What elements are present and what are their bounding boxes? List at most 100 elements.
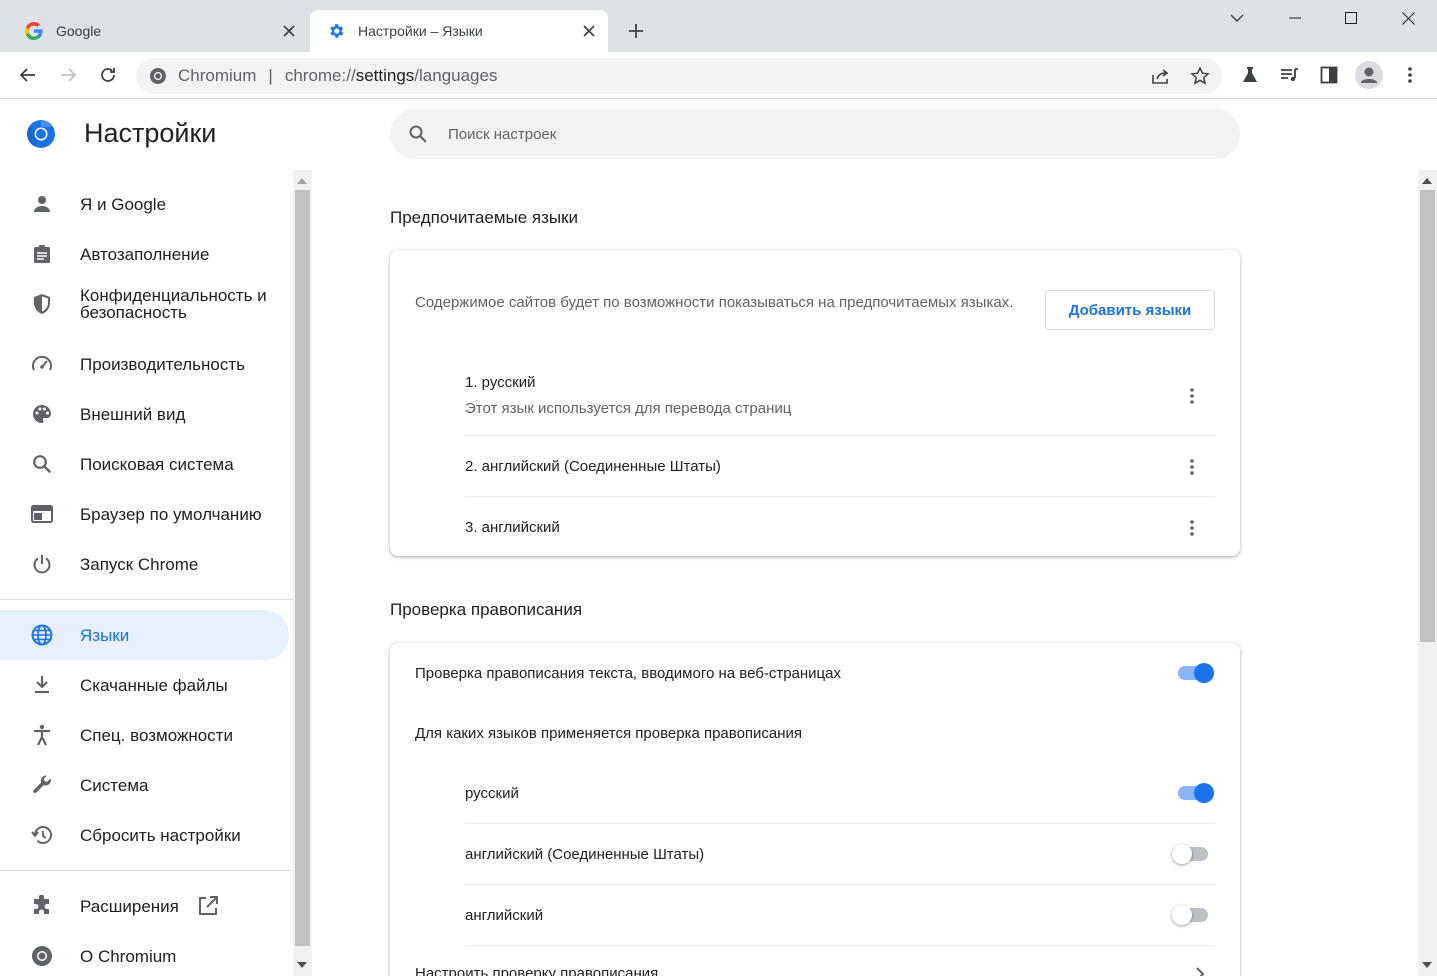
profile-avatar[interactable]: [1353, 59, 1385, 91]
scroll-up-arrow[interactable]: [297, 178, 307, 184]
sidebar-item-appearance[interactable]: Внешний вид: [0, 389, 289, 439]
address-bar[interactable]: Chromium | chrome://settings/languages: [136, 58, 1222, 94]
spellcheck-toggle-label: Проверка правописания текста, вводимого …: [415, 665, 841, 682]
close-icon[interactable]: [278, 20, 300, 42]
close-icon[interactable]: [578, 20, 600, 42]
sidebar-item-downloads[interactable]: Скачанные файлы: [0, 660, 289, 710]
sidebar-scrollbar-thumb[interactable]: [295, 190, 310, 946]
sidebar-item-extensions[interactable]: Расширения: [0, 881, 289, 931]
main-scrollbar-thumb[interactable]: [1420, 190, 1435, 642]
tab-google[interactable]: Google: [8, 10, 308, 52]
sidebar-item-system[interactable]: Система: [0, 760, 289, 810]
browser-toolbar: Chromium | chrome://settings/languages: [0, 52, 1437, 99]
more-actions-icon[interactable]: [1178, 382, 1206, 410]
sidebar-item-reset[interactable]: Сбросить настройки: [0, 810, 289, 860]
minimize-button[interactable]: [1266, 0, 1324, 36]
sidebar: Я и Google Автозаполнение Конфиденциальн…: [0, 170, 293, 976]
spellcheck-language-label: английский (Соединенные Штаты): [465, 846, 705, 863]
power-icon: [30, 552, 54, 576]
sidebar-item-label: Автозаполнение: [80, 244, 210, 264]
spellcheck-language-toggle[interactable]: [1172, 844, 1210, 864]
language-row: 2. английский (Соединенные Штаты): [465, 458, 1215, 475]
sidebar-item-label: Расширения: [80, 896, 179, 916]
forward-button[interactable]: [52, 59, 84, 91]
wrench-icon: [30, 773, 54, 797]
sidebar-item-search-engine[interactable]: Поисковая система: [0, 439, 289, 489]
row-divider: [465, 884, 1215, 885]
row-divider: [465, 945, 1215, 946]
person-icon: [30, 192, 54, 216]
tab-title: Google: [56, 23, 102, 39]
row-divider: [465, 823, 1215, 824]
chevron-right-icon: [1196, 967, 1205, 976]
maximize-button[interactable]: [1322, 0, 1380, 36]
add-languages-button[interactable]: Добавить языки: [1045, 290, 1215, 330]
spellcheck-card: Проверка правописания текста, вводимого …: [390, 643, 1240, 976]
gear-icon: [326, 21, 346, 41]
spellcheck-toggle[interactable]: [1176, 663, 1214, 683]
media-control-icon[interactable]: [1273, 59, 1305, 91]
new-tab-button[interactable]: [622, 17, 650, 45]
labs-flask-icon[interactable]: [1234, 59, 1266, 91]
restore-icon: [30, 823, 54, 847]
sidebar-item-label: О Chromium: [80, 946, 177, 966]
scroll-up-arrow[interactable]: [1422, 178, 1432, 184]
sidebar-item-accessibility[interactable]: Спец. возможности: [0, 710, 289, 760]
sidebar-item-label: Сбросить настройки: [80, 825, 241, 845]
side-panel-icon[interactable]: [1313, 59, 1345, 91]
language-row: 1. русский Этот язык используется для пе…: [465, 374, 1215, 417]
sidebar-item-languages[interactable]: Языки: [0, 610, 289, 660]
spellcheck-language-label: русский: [465, 785, 519, 802]
settings-search[interactable]: [390, 109, 1240, 159]
spellcheck-language-toggle[interactable]: [1176, 783, 1214, 803]
accessibility-icon: [30, 723, 54, 747]
customize-spellcheck-link[interactable]: Настроить проверку правописания: [415, 965, 658, 976]
chromium-icon: [30, 944, 54, 968]
url-text: chrome://settings/languages: [284, 66, 498, 85]
sidebar-item-autofill[interactable]: Автозаполнение: [0, 229, 289, 279]
more-actions-icon[interactable]: [1178, 453, 1206, 481]
page-title: Настройки: [84, 118, 217, 148]
sidebar-item-label: Внешний вид: [80, 404, 186, 424]
language-label: 1. русский: [465, 374, 536, 391]
tab-search-button[interactable]: [1208, 0, 1266, 36]
search-icon: [30, 452, 54, 476]
section-title-preferred-languages: Предпочитаемые языки: [390, 208, 579, 227]
scroll-down-arrow[interactable]: [1422, 962, 1432, 968]
url-separator: |: [268, 66, 273, 85]
sidebar-item-label: Конфиденциальность и безопасность: [80, 286, 267, 322]
window-close-button[interactable]: [1379, 0, 1437, 36]
share-icon[interactable]: [1144, 60, 1176, 92]
more-menu-icon[interactable]: [1394, 59, 1426, 91]
reload-button[interactable]: [92, 59, 124, 91]
back-button[interactable]: [12, 59, 44, 91]
search-icon: [407, 123, 429, 145]
star-icon[interactable]: [1184, 60, 1216, 92]
tab-settings[interactable]: Настройки – Языки: [310, 10, 608, 52]
section-title-spellcheck: Проверка правописания: [390, 600, 583, 619]
sidebar-item-label: Производительность: [80, 354, 246, 374]
tab-strip: Google Настройки – Языки: [0, 0, 1437, 52]
speedometer-icon: [30, 352, 54, 376]
sidebar-item-default-browser[interactable]: Браузер по умолчанию: [0, 489, 289, 539]
language-label: 3. английский: [465, 519, 560, 536]
sidebar-item-label: Поисковая система: [80, 454, 234, 474]
sidebar-item-you-and-google[interactable]: Я и Google: [0, 179, 289, 229]
row-divider: [465, 496, 1215, 497]
more-actions-icon[interactable]: [1178, 514, 1206, 542]
sidebar-item-label: Скачанные файлы: [80, 675, 228, 695]
sidebar-item-privacy[interactable]: Конфиденциальность и безопасность: [0, 279, 289, 329]
sidebar-item-performance[interactable]: Производительность: [0, 339, 289, 389]
puzzle-icon: [30, 894, 54, 918]
scroll-down-arrow[interactable]: [297, 962, 307, 968]
google-g-icon: [24, 21, 44, 41]
shield-icon: [30, 292, 54, 316]
sidebar-divider: [0, 870, 293, 871]
spellcheck-language-toggle[interactable]: [1172, 905, 1210, 925]
sidebar-item-startup[interactable]: Запуск Chrome: [0, 539, 289, 589]
sidebar-item-label: Спец. возможности: [80, 725, 233, 745]
search-input[interactable]: [448, 125, 1148, 143]
spellcheck-language-label: английский: [465, 907, 544, 924]
sidebar-item-about[interactable]: О Chromium: [0, 931, 289, 976]
sidebar-item-label: Я и Google: [80, 194, 167, 214]
